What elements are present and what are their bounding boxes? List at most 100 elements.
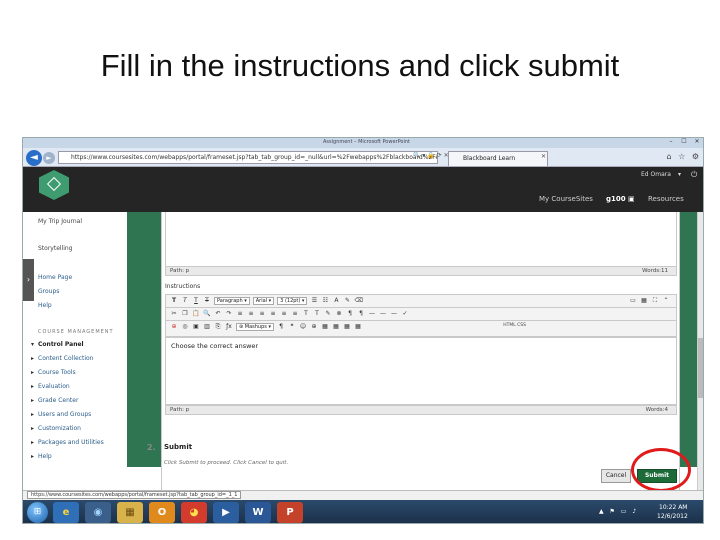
subscript-icon[interactable]: T [313, 310, 321, 318]
back-button[interactable]: ◄ [26, 150, 42, 166]
cut-icon[interactable]: ✂ [170, 310, 178, 318]
menu-packages-utilities[interactable]: ▸ Packages and Utilities [31, 439, 104, 446]
rtl-icon[interactable]: ¶ [357, 310, 365, 318]
system-tray-icons[interactable]: ▲ ⚑ ▭ ♪ [599, 508, 638, 515]
menu-grade-center[interactable]: ▸ Grade Center [31, 397, 78, 404]
forward-button[interactable]: ► [43, 152, 55, 164]
scrollbar-thumb[interactable] [698, 338, 703, 398]
taskbar-app-powerpoint-icon[interactable]: P [277, 502, 303, 523]
hr3-icon[interactable]: — [390, 310, 398, 318]
clock-time[interactable]: 10:22 AM [659, 504, 687, 511]
table-col-icon[interactable]: ▦ [343, 323, 351, 331]
indent-icon[interactable]: ≡ [280, 310, 288, 318]
menu-item-trip-journal[interactable]: My Trip Journal [38, 218, 82, 225]
unlink-icon[interactable]: ⊗ [335, 310, 343, 318]
paragraph-format-select[interactable]: Paragraph ▾ [214, 297, 250, 305]
table-insert-icon[interactable]: ▦ [321, 323, 329, 331]
math-fx-icon[interactable]: ƒx [225, 323, 233, 331]
find-icon[interactable]: 🔍 [203, 310, 211, 318]
mashups-select[interactable]: ⊛ Mashups ▾ [236, 323, 274, 331]
taskbar-app-files-icon[interactable]: ▦ [117, 502, 143, 523]
html-css-button[interactable]: HTML CSS [503, 323, 526, 328]
taskbar-app-chrome-icon[interactable]: ◕ [181, 502, 207, 523]
font-family-select[interactable]: Arial ▾ [252, 297, 275, 305]
highlight-pen-icon[interactable]: ✎ [343, 297, 351, 305]
user-menu-chevron-icon[interactable]: ▾ [678, 171, 681, 178]
paste-icon[interactable]: 📋 [192, 310, 200, 318]
url-input[interactable]: https://www.coursesites.com/webapps/port… [58, 151, 438, 164]
hr-icon[interactable]: — [368, 310, 376, 318]
maximize-button[interactable]: ☐ [678, 138, 690, 146]
anchor-icon[interactable]: ⊕ [310, 323, 318, 331]
menu-item-help[interactable]: Help [38, 302, 52, 309]
taskbar-app-word-icon[interactable]: W [245, 502, 271, 523]
text-color-icon[interactable]: A [332, 297, 340, 305]
tab-close-icon[interactable]: ✕ [541, 153, 546, 160]
close-window-button[interactable]: ✕ [691, 138, 703, 146]
menu-item-groups[interactable]: Groups [38, 288, 59, 295]
taskbar-app-ie-icon[interactable]: e [53, 502, 79, 523]
copy-icon[interactable]: ❐ [181, 310, 189, 318]
taskbar-app-outlook-icon[interactable]: O [149, 502, 175, 523]
fullscreen-icon[interactable]: ⛶ [651, 297, 659, 305]
menu-help[interactable]: ▸ Help [31, 453, 52, 460]
nav-my-coursesites[interactable]: My CourseSites [539, 195, 593, 203]
cancel-button[interactable]: Cancel [601, 469, 631, 483]
link-icon[interactable]: ✎ [324, 310, 332, 318]
menu-control-panel[interactable]: ▾ Control Panel [31, 341, 84, 348]
hr2-icon[interactable]: — [379, 310, 387, 318]
undo-icon[interactable]: ↶ [214, 310, 222, 318]
minimize-button[interactable]: – [665, 138, 677, 146]
menu-item-storytelling[interactable]: Storytelling [38, 245, 73, 252]
taskbar-app-explorer-icon[interactable]: ◉ [85, 502, 111, 523]
table-cell-icon[interactable]: ▦ [354, 323, 362, 331]
nav-course-g100[interactable]: g100 ▣ [606, 195, 635, 203]
superscript-icon[interactable]: T [302, 310, 310, 318]
insert-content-icon[interactable]: ⊕ [170, 323, 178, 331]
numbered-list-icon[interactable]: ☷ [321, 297, 329, 305]
table-row-icon[interactable]: ▦ [332, 323, 340, 331]
instructions-text-area[interactable]: Choose the correct answer [165, 337, 677, 405]
browser-tab-blackboard[interactable]: Blackboard Learn [448, 151, 548, 166]
table-icon[interactable]: ▦ [640, 297, 648, 305]
image-icon[interactable]: ▣ [192, 323, 200, 331]
menu-content-collection[interactable]: ▸ Content Collection [31, 355, 93, 362]
bold-button[interactable]: T [170, 297, 178, 305]
redo-icon[interactable]: ↷ [225, 310, 233, 318]
clock-date[interactable]: 12/6/2012 [657, 513, 688, 520]
collapse-icon[interactable]: ⌃ [662, 297, 670, 305]
menu-course-tools[interactable]: ▸ Course Tools [31, 369, 76, 376]
attach-icon[interactable]: ◎ [181, 323, 189, 331]
outdent-icon[interactable]: ≡ [291, 310, 299, 318]
user-name[interactable]: Ed Omara [641, 171, 671, 178]
emoticon-icon[interactable]: ☺ [299, 323, 307, 331]
menu-evaluation[interactable]: ▸ Evaluation [31, 383, 70, 390]
eraser-icon[interactable]: ⌫ [354, 297, 362, 305]
pilcrow-icon[interactable]: ¶ [277, 323, 285, 331]
url-icons[interactable]: 🔍 ▾ 🔒 ⟳ ✕ [413, 152, 449, 159]
logout-power-icon[interactable]: ⏻ [691, 170, 697, 180]
quote-icon[interactable]: ❝ [288, 323, 296, 331]
taskbar-app-media-icon[interactable]: ▶ [213, 502, 239, 523]
menu-users-groups[interactable]: ▸ Users and Groups [31, 411, 91, 418]
embed-icon[interactable]: ⎘ [214, 323, 222, 331]
bullet-list-icon[interactable]: ☰ [310, 297, 318, 305]
media-icon[interactable]: ▥ [203, 323, 211, 331]
align-center-icon[interactable]: ≡ [247, 310, 255, 318]
font-size-select[interactable]: 3 (12pt) ▾ [277, 297, 308, 305]
strikethrough-button[interactable]: T [203, 297, 211, 305]
menu-toggle-chevron-icon[interactable]: › [23, 259, 34, 301]
preview-icon[interactable]: ▭ [629, 297, 637, 305]
underline-button[interactable]: T [192, 297, 200, 305]
menu-item-home-page[interactable]: Home Page [38, 274, 72, 281]
align-left-icon[interactable]: ≡ [236, 310, 244, 318]
ltr-icon[interactable]: ¶ [346, 310, 354, 318]
menu-customization[interactable]: ▸ Customization [31, 425, 81, 432]
italic-button[interactable]: T [181, 297, 189, 305]
browser-tools-icons[interactable]: ⌂ ☆ ⚙ [666, 152, 701, 161]
description-editor-area[interactable] [165, 212, 677, 267]
justify-icon[interactable]: ≡ [269, 310, 277, 318]
spellcheck-icon[interactable]: ✓ [401, 310, 409, 318]
align-right-icon[interactable]: ≡ [258, 310, 266, 318]
nav-resources[interactable]: Resources [648, 195, 684, 203]
